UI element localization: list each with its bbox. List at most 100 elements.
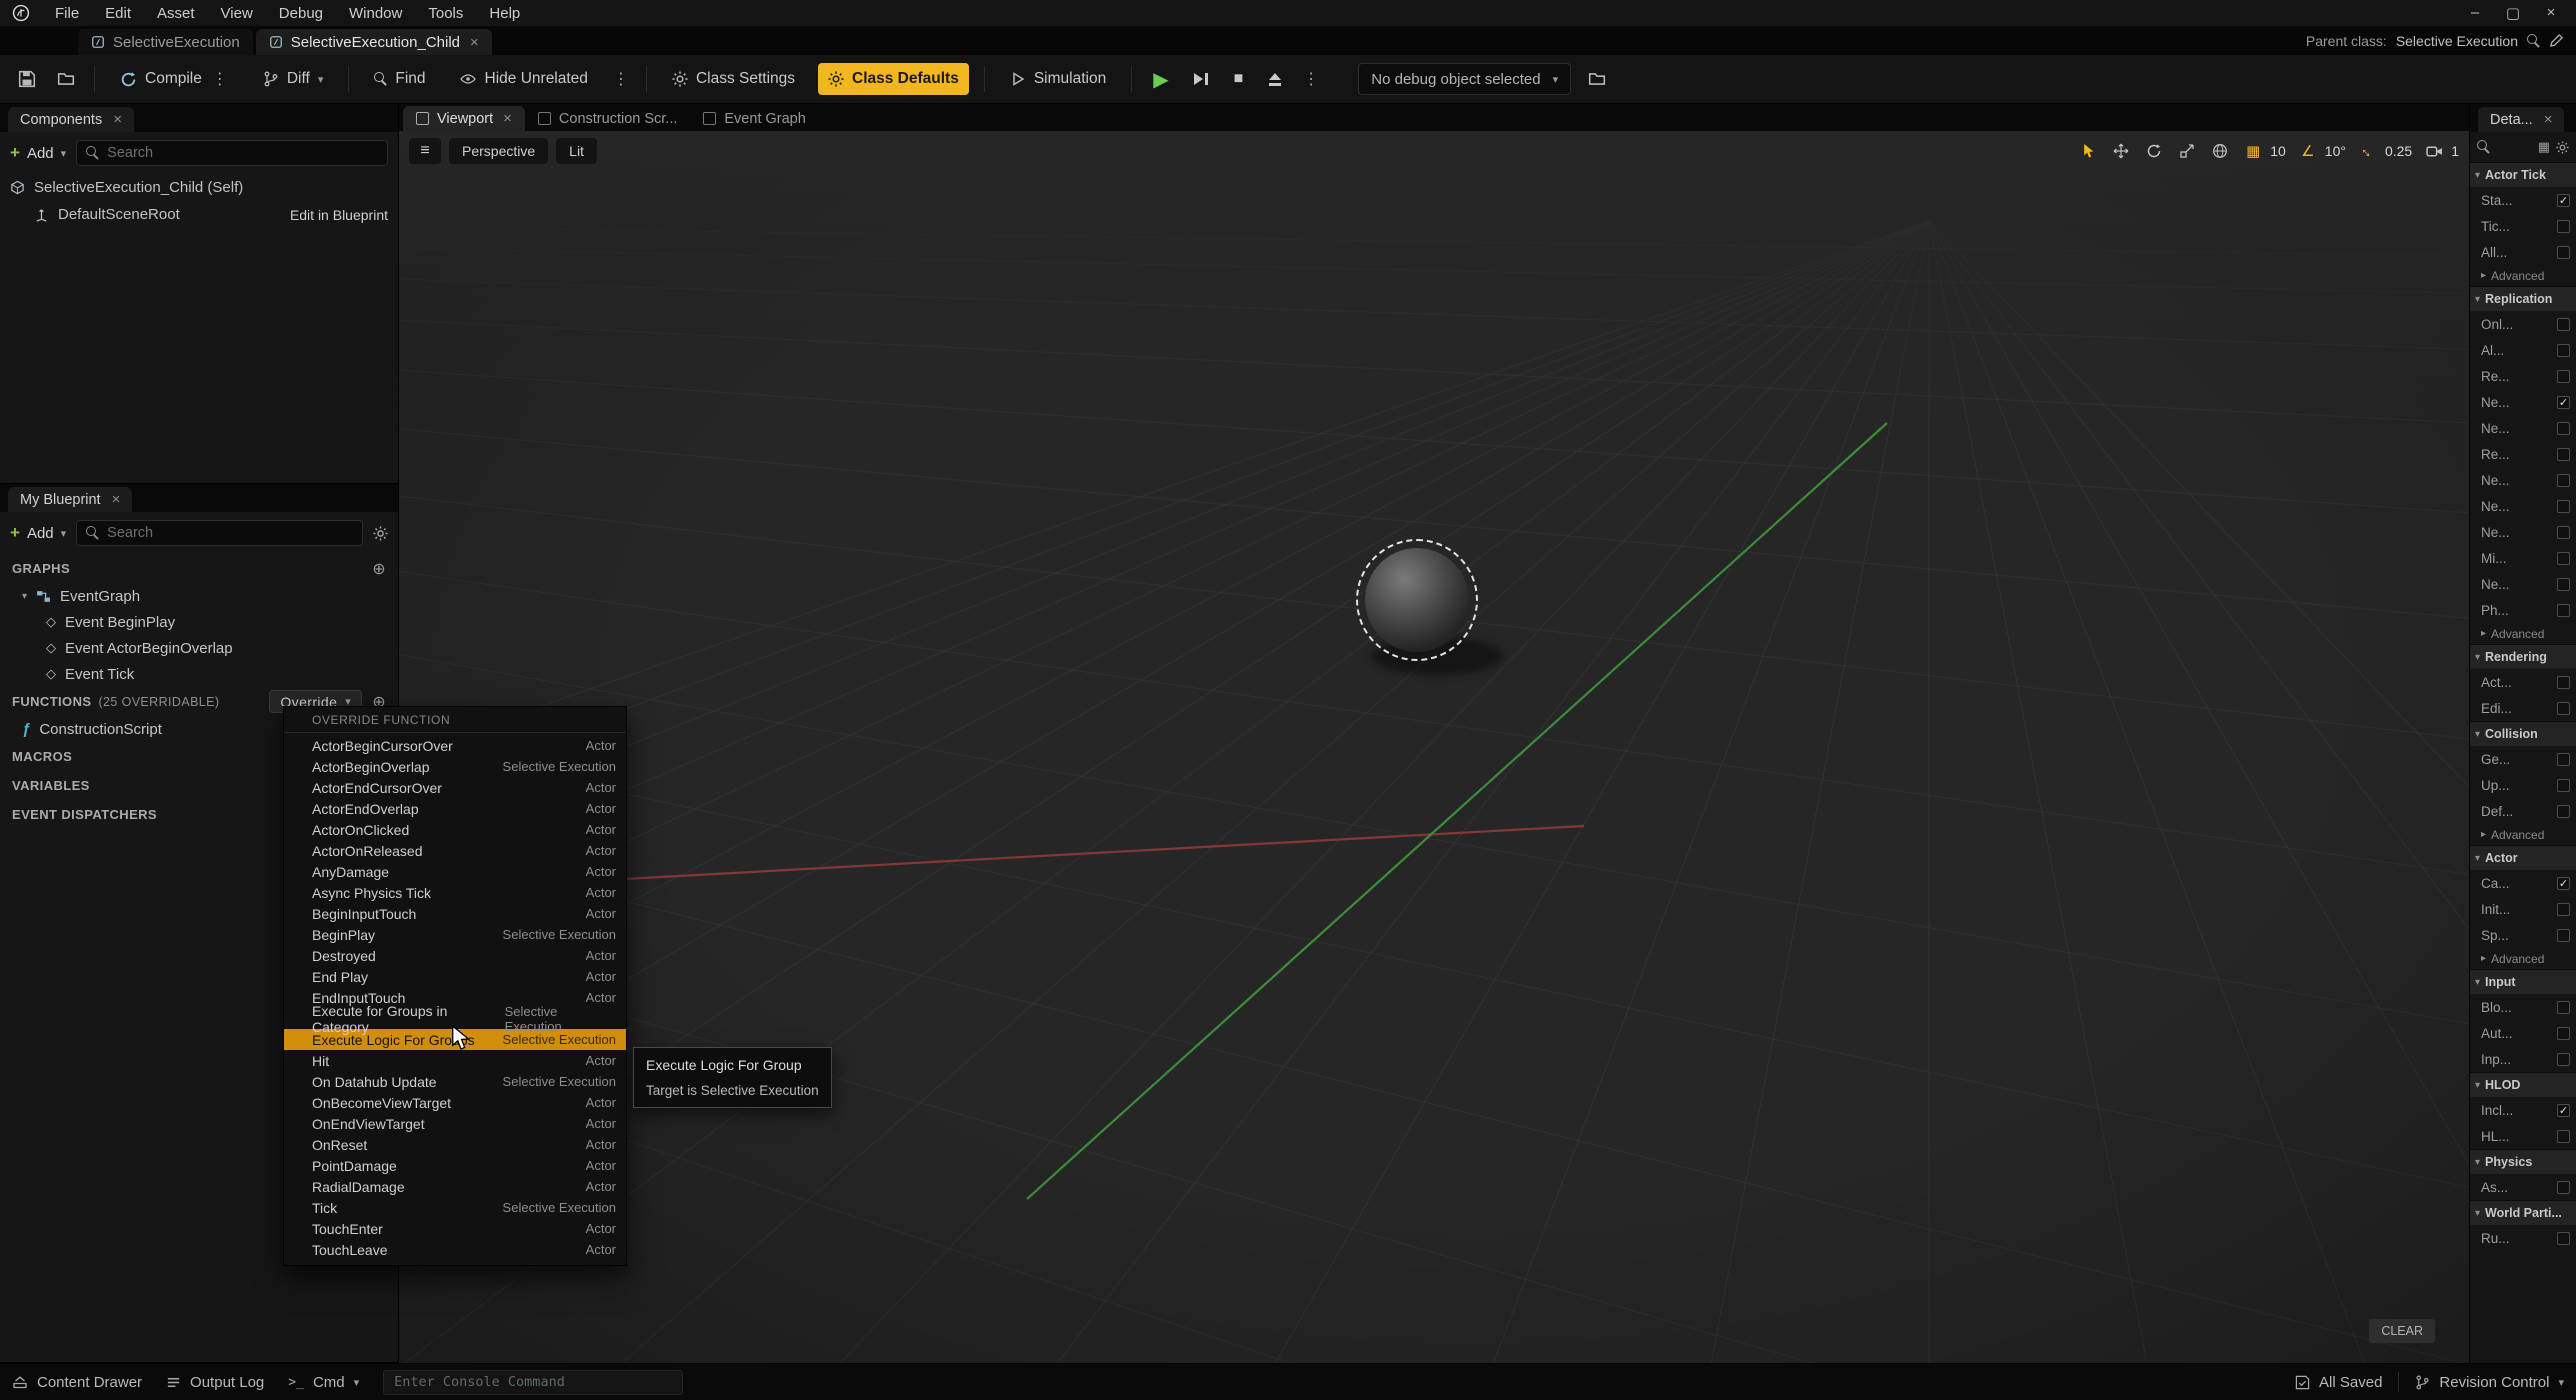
tab-components[interactable]: Components × [8,107,134,132]
compile-button[interactable]: Compile ⋮ [110,62,240,96]
checkbox[interactable] [2557,474,2570,487]
event-row[interactable]: ◇ Event ActorBeginOverlap [0,635,398,661]
browse-icon[interactable] [53,66,79,92]
rotation-snap-icon[interactable]: ∠ [2297,140,2319,162]
compile-options-icon[interactable]: ⋮ [210,69,230,89]
my-blueprint-search[interactable] [76,520,363,546]
checkbox[interactable] [2557,194,2570,207]
details-row[interactable]: Ne... [2470,571,2576,597]
graphs-section-header[interactable]: GRAPHS ⊕ [0,554,398,583]
details-section-header[interactable]: ▾ Replication [2470,286,2576,311]
details-row[interactable]: As... [2470,1174,2576,1200]
checkbox[interactable] [2557,604,2570,617]
menu-item[interactable]: RadialDamage Actor [284,1176,626,1197]
display-filter-icon[interactable]: ▦ [2538,139,2550,155]
details-row[interactable]: Ca... [2470,870,2576,896]
menu-item[interactable]: Destroyed Actor [284,945,626,966]
menu-item[interactable]: Debug [266,3,336,24]
chevron-down-icon[interactable]: ▾ [22,591,27,602]
menu-item[interactable]: OnReset Actor [284,1134,626,1155]
scale-snap-value[interactable]: 0.25 [2385,143,2412,159]
minimize-icon[interactable]: – [2458,4,2492,22]
camera-speed-icon[interactable] [2423,140,2445,162]
close-icon[interactable]: × [2534,4,2568,22]
menu-item[interactable]: BeginPlay Selective Execution [284,924,626,945]
settings-gear-icon[interactable] [2556,141,2569,154]
details-section-header[interactable]: ▾ Actor Tick [2470,162,2576,187]
component-row-self[interactable]: SelectiveExecution_Child (Self) [0,174,398,201]
menu-item[interactable]: ActorOnReleased Actor [284,840,626,861]
debug-object-select[interactable]: No debug object selected ▾ [1358,63,1571,95]
checkbox[interactable] [2557,396,2570,409]
frame-skip-button[interactable] [1188,73,1215,85]
details-advanced-toggle[interactable]: ▸ Advanced [2470,948,2576,969]
content-drawer-button[interactable]: Content Drawer [12,1374,142,1391]
details-row[interactable]: Ru... [2470,1225,2576,1251]
close-icon[interactable]: × [112,491,121,508]
checkbox[interactable] [2557,552,2570,565]
checkbox[interactable] [2557,753,2570,766]
menu-item[interactable]: ActorOnClicked Actor [284,819,626,840]
details-row[interactable]: Ne... [2470,493,2576,519]
details-section-header[interactable]: ▾ HLOD [2470,1072,2576,1097]
checkbox[interactable] [2557,344,2570,357]
menu-item[interactable]: Window [336,3,415,24]
details-row[interactable]: Aut... [2470,1020,2576,1046]
close-icon[interactable]: × [2544,111,2553,128]
event-graph-row[interactable]: ▾ EventGraph [0,583,398,609]
play-button[interactable]: ▶ [1147,67,1174,92]
checkbox[interactable] [2557,220,2570,233]
details-row[interactable]: Tic... [2470,213,2576,239]
details-section-header[interactable]: ▾ Rendering [2470,644,2576,669]
simulation-button[interactable]: Simulation [1000,63,1116,95]
viewport-tab[interactable]: Event Graph × [690,106,818,131]
settings-gear-icon[interactable] [373,526,388,541]
checkbox[interactable] [2557,929,2570,942]
checkbox[interactable] [2557,1130,2570,1143]
find-button[interactable]: Find [364,63,435,95]
details-row[interactable]: Edi... [2470,695,2576,721]
menu-item[interactable]: AnyDamage Actor [284,861,626,882]
details-advanced-toggle[interactable]: ▸ Advanced [2470,623,2576,644]
details-row[interactable]: Ge... [2470,746,2576,772]
hide-unrelated-button[interactable]: Hide Unrelated [449,63,598,95]
camera-speed-value[interactable]: 1 [2451,143,2459,159]
details-row[interactable]: Inp... [2470,1046,2576,1072]
component-row-sceneroot[interactable]: DefaultSceneRoot Edit in Blueprint [0,201,398,228]
class-settings-button[interactable]: Class Settings [662,63,805,95]
maximize-icon[interactable]: ▢ [2496,4,2530,22]
details-row[interactable]: Ne... [2470,415,2576,441]
browse-debug-icon[interactable] [1584,66,1610,92]
play-options-icon[interactable]: ⋮ [1301,69,1321,89]
details-row[interactable]: Re... [2470,363,2576,389]
checkbox[interactable] [2557,1181,2570,1194]
checkbox[interactable] [2557,805,2570,818]
checkbox[interactable] [2557,779,2570,792]
details-section-header[interactable]: ▾ Collision [2470,721,2576,746]
add-component-button[interactable]: + Add ▾ [10,143,66,163]
all-saved-status[interactable]: All Saved [2295,1374,2382,1391]
menu-item[interactable]: OnBecomeViewTarget Actor [284,1092,626,1113]
checkbox[interactable] [2557,1232,2570,1245]
viewport-tab[interactable]: Viewport × [403,106,525,131]
details-row[interactable]: Mi... [2470,545,2576,571]
menu-item[interactable]: Tools [415,3,476,24]
add-blueprint-item-button[interactable]: + Add ▾ [10,523,66,543]
grid-snap-value[interactable]: 10 [2270,143,2286,159]
checkbox[interactable] [2557,448,2570,461]
checkbox[interactable] [2557,422,2570,435]
details-section-header[interactable]: ▾ World Parti... [2470,1200,2576,1225]
checkbox[interactable] [2557,1027,2570,1040]
menu-item[interactable]: On Datahub Update Selective Execution [284,1071,626,1092]
rotation-snap-value[interactable]: 10° [2325,143,2346,159]
output-log-button[interactable]: Output Log [166,1374,264,1391]
menu-item[interactable]: End Play Actor [284,966,626,987]
event-row[interactable]: ◇ Event Tick [0,661,398,687]
menu-item[interactable]: Edit [92,3,144,24]
checkbox[interactable] [2557,1001,2570,1014]
checkbox[interactable] [2557,903,2570,916]
menu-item[interactable]: Tick Selective Execution [284,1197,626,1218]
menu-item[interactable]: TouchEnter Actor [284,1218,626,1239]
scale-snap-icon[interactable]: ↔ [2357,140,2379,162]
checkbox[interactable] [2557,318,2570,331]
